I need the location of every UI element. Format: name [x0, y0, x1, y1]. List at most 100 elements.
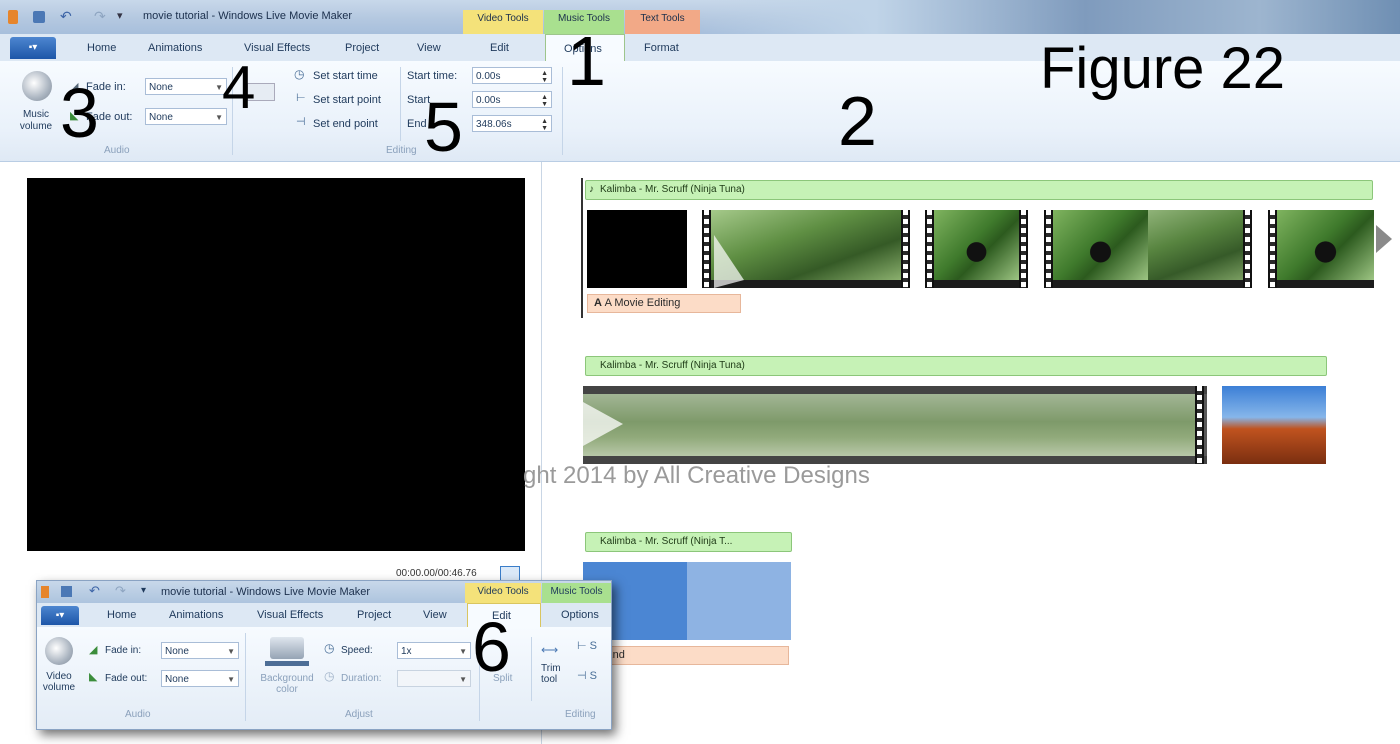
text-caption-icon: A	[594, 297, 605, 309]
start-time-label: Start time:	[407, 70, 458, 82]
popup-tab-project[interactable]: Project	[357, 609, 391, 621]
music-volume-label[interactable]: Music volume	[16, 109, 56, 133]
tab-home[interactable]: Home	[87, 42, 116, 54]
background-color-swatch[interactable]	[265, 661, 309, 666]
set-end-point-icon[interactable]: ⊣	[296, 115, 306, 128]
video-clip-bird-1[interactable]	[925, 210, 1028, 288]
video-clip-tree[interactable]	[702, 210, 910, 288]
preview-monitor[interactable]	[27, 178, 525, 551]
start-time-input[interactable]: 0.00s ▲ ▼	[472, 67, 552, 84]
set-start-point-button[interactable]: Set start point	[313, 94, 381, 106]
title-clip-black[interactable]	[587, 210, 687, 288]
video-volume-icon[interactable]	[45, 637, 73, 665]
film-sprocket	[901, 210, 910, 288]
figure-label: Figure 22	[1040, 36, 1286, 101]
music-clip-1-title: Kalimba - Mr. Scruff (Ninja Tuna)	[600, 184, 745, 195]
popup-tab-options[interactable]: Options	[561, 609, 599, 621]
popup-tab-view[interactable]: View	[423, 609, 447, 621]
popup-fade-in-select[interactable]: None ▼	[161, 642, 239, 659]
popup-tab-visual-effects[interactable]: Visual Effects	[257, 609, 323, 621]
popup-fade-out-select[interactable]: None ▼	[161, 670, 239, 687]
film-sprocket	[702, 210, 711, 288]
fade-out-select[interactable]: None ▼	[145, 108, 227, 125]
start-point-input[interactable]: 0.00s ▲ ▼	[472, 91, 552, 108]
spin-down-icon[interactable]: ▼	[541, 101, 548, 108]
scroll-right-icon[interactable]	[1376, 225, 1392, 253]
spin-down-icon[interactable]: ▼	[541, 125, 548, 132]
color-clip-light-blue[interactable]	[687, 562, 791, 640]
spin-down-icon[interactable]: ▼	[541, 77, 548, 84]
set-start-point-icon[interactable]: ⊢	[296, 91, 306, 104]
video-clip-bird-2[interactable]	[1044, 210, 1252, 288]
clip-thumbnail	[1277, 210, 1374, 280]
duration-select[interactable]: ▼	[397, 670, 471, 687]
set-start-time-button[interactable]: Set start time	[313, 70, 378, 82]
video-clip-strip[interactable]	[583, 386, 1207, 464]
fade-in-icon: ◢	[89, 644, 98, 656]
undo-icon[interactable]: ↶	[60, 8, 72, 25]
start-time-value: 0.00s	[476, 71, 501, 82]
fade-in-select[interactable]: None ▼	[145, 78, 227, 95]
music-clip-1[interactable]: ♪ Kalimba - Mr. Scruff (Ninja Tuna)	[585, 180, 1373, 200]
transition-marker	[583, 402, 623, 446]
trim-tool-button[interactable]: Trim tool	[541, 663, 575, 685]
end-point-input[interactable]: 348.06s ▲ ▼	[472, 115, 552, 132]
tab-edit[interactable]: Edit	[490, 42, 509, 54]
save-icon[interactable]	[61, 586, 72, 597]
tab-view[interactable]: View	[417, 42, 441, 54]
set-start-point-icon[interactable]: ⊢ S	[577, 639, 597, 652]
trim-tool-icon[interactable]: ⟷	[541, 643, 558, 657]
popup-tab-animations[interactable]: Animations	[169, 609, 223, 621]
speed-select[interactable]: 1x ▼	[397, 642, 471, 659]
spin-up-icon[interactable]: ▲	[541, 94, 548, 101]
callout-5: 5	[424, 88, 463, 166]
image-clip-desert[interactable]	[1222, 386, 1326, 464]
popup-tab-home[interactable]: Home	[107, 609, 136, 621]
video-volume-label[interactable]: Video volume	[41, 671, 77, 693]
speed-label: Speed:	[341, 645, 373, 656]
tab-format[interactable]: Format	[644, 42, 679, 54]
popup-file-menu-button[interactable]: ▪▾	[41, 606, 79, 625]
app-icon[interactable]	[8, 10, 18, 24]
clip-baseline	[1277, 280, 1374, 288]
video-clip-bird-3[interactable]	[1268, 210, 1374, 288]
set-start-time-icon[interactable]: ◷	[294, 67, 304, 81]
spin-up-icon[interactable]: ▲	[541, 70, 548, 77]
callout-1: 1	[567, 22, 606, 100]
film-sprocket	[1268, 210, 1277, 288]
paint-bucket-icon[interactable]	[270, 637, 304, 659]
transition-marker	[714, 235, 744, 288]
context-tab-text-tools: Text Tools	[625, 10, 700, 34]
tab-animations[interactable]: Animations	[148, 42, 202, 54]
set-end-point-button[interactable]: Set end point	[313, 118, 378, 130]
speed-value: 1x	[401, 646, 412, 657]
set-end-point-icon[interactable]: ⊣ S	[577, 669, 597, 682]
duration-icon: ◷	[324, 669, 335, 683]
text-caption-1[interactable]: A A Movie Editing	[587, 294, 741, 313]
background-color-button[interactable]: Background color	[255, 673, 319, 695]
end-point-value: 348.06s	[476, 119, 512, 130]
undo-icon[interactable]: ↶	[89, 583, 100, 599]
music-volume-icon[interactable]	[22, 71, 52, 101]
save-icon[interactable]	[33, 11, 45, 23]
group-separator	[400, 67, 401, 141]
tab-project[interactable]: Project	[345, 42, 379, 54]
preview-timecode: 00:00.00/00:46.76	[396, 568, 477, 579]
group-separator	[531, 637, 532, 701]
popup-fade-out-label: Fade out:	[105, 673, 148, 684]
text-caption-2[interactable]: he End	[583, 646, 789, 665]
file-menu-button[interactable]: ▪▾	[10, 37, 56, 59]
redo-icon[interactable]: ↷	[115, 583, 126, 599]
playhead[interactable]	[581, 178, 583, 318]
tab-visual-effects[interactable]: Visual Effects	[244, 42, 310, 54]
app-icon[interactable]	[41, 586, 49, 598]
redo-icon[interactable]: ↷	[94, 8, 106, 25]
text-caption-1-label: A Movie Editing	[604, 297, 681, 309]
music-clip-3[interactable]: Kalimba - Mr. Scruff (Ninja T...	[585, 532, 792, 552]
spin-up-icon[interactable]: ▲	[541, 118, 548, 125]
music-clip-2[interactable]: Kalimba - Mr. Scruff (Ninja Tuna)	[585, 356, 1327, 376]
speed-icon: ◷	[324, 641, 335, 655]
video-tools-ribbon-popup: ↶ ↷ ▾ movie tutorial - Windows Live Movi…	[36, 580, 612, 730]
customize-qat-icon[interactable]: ▾	[117, 9, 123, 22]
customize-qat-icon[interactable]: ▾	[141, 585, 146, 596]
